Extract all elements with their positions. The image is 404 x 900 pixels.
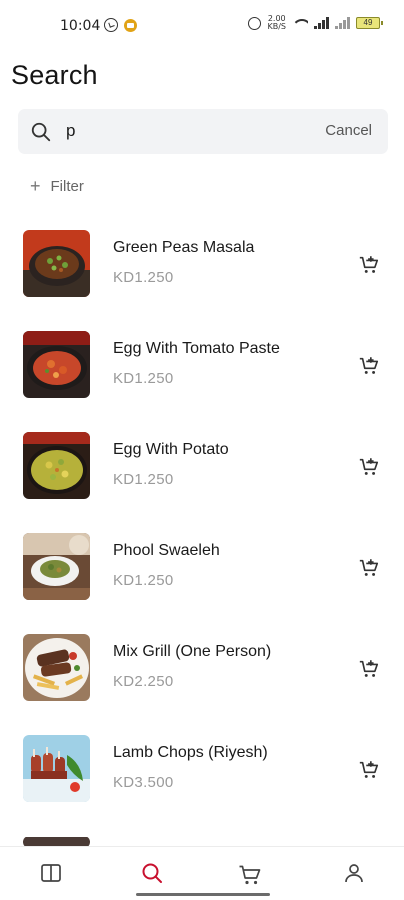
add-to-cart-icon[interactable] <box>358 456 380 478</box>
cart-icon[interactable] <box>238 863 262 887</box>
alarm-icon <box>248 16 262 30</box>
product-item[interactable]: Mix Grill (One Person) KD2.250 <box>0 634 404 702</box>
product-image <box>23 533 90 600</box>
product-name: Phool Swaeleh <box>113 542 220 559</box>
menu-book-icon[interactable] <box>39 861 63 885</box>
product-image <box>23 634 90 701</box>
whatsapp-icon <box>104 18 118 32</box>
product-name: Egg With Potato <box>113 441 229 458</box>
filter-label: Filter <box>50 177 84 195</box>
notification-icon <box>124 18 137 32</box>
product-price: KD1.250 <box>113 269 174 286</box>
status-notification-icons <box>104 18 137 32</box>
product-name: Egg With Tomato Paste <box>113 340 280 357</box>
product-image <box>23 331 90 398</box>
signal-icon-2 <box>335 17 350 29</box>
plus-icon: + <box>30 176 41 196</box>
network-speed: 2.00 KB/S <box>267 15 286 31</box>
bottom-nav <box>0 846 404 900</box>
wifi-icon <box>292 17 308 29</box>
add-to-cart-icon[interactable] <box>358 658 380 680</box>
product-price: KD1.250 <box>113 572 174 589</box>
network-speed-unit: KB/S <box>267 22 286 31</box>
product-price: KD3.500 <box>113 774 174 791</box>
product-item[interactable]: Lamb Chops (Riyesh) KD3.500 <box>0 735 404 803</box>
product-name: Lamb Chops (Riyesh) <box>113 744 268 761</box>
search-icon <box>31 122 51 142</box>
search-bar[interactable]: Cancel <box>18 109 388 154</box>
product-image <box>23 230 90 297</box>
cancel-button[interactable]: Cancel <box>325 122 372 139</box>
home-indicator <box>136 893 270 896</box>
product-item[interactable]: Egg With Potato KD1.250 <box>0 432 404 500</box>
battery-icon: 49 <box>356 17 383 29</box>
product-item[interactable]: Green Peas Masala KD1.250 <box>0 230 404 298</box>
add-to-cart-icon[interactable] <box>358 254 380 276</box>
page-title: Search <box>11 60 98 90</box>
product-image <box>23 432 90 499</box>
search-input[interactable] <box>66 121 266 141</box>
product-image <box>23 735 90 802</box>
product-name: Mix Grill (One Person) <box>113 643 272 660</box>
signal-icon <box>314 17 329 29</box>
status-system-icons: 2.00 KB/S 49 <box>248 15 383 31</box>
add-to-cart-icon[interactable] <box>358 557 380 579</box>
product-price: KD1.250 <box>113 471 174 488</box>
nav-search-icon[interactable] <box>140 861 164 885</box>
product-price: KD1.250 <box>113 370 174 387</box>
product-item[interactable]: Phool Swaeleh KD1.250 <box>0 533 404 601</box>
status-bar: 10:04 2.00 KB/S 49 <box>0 0 404 52</box>
profile-icon[interactable] <box>342 861 366 885</box>
status-time: 10:04 <box>60 18 101 34</box>
product-item[interactable]: Egg With Tomato Paste KD1.250 <box>0 331 404 399</box>
product-name: Green Peas Masala <box>113 239 255 256</box>
filter-button[interactable]: + Filter <box>30 177 84 195</box>
add-to-cart-icon[interactable] <box>358 355 380 377</box>
product-price: KD2.250 <box>113 673 174 690</box>
add-to-cart-icon[interactable] <box>358 759 380 781</box>
